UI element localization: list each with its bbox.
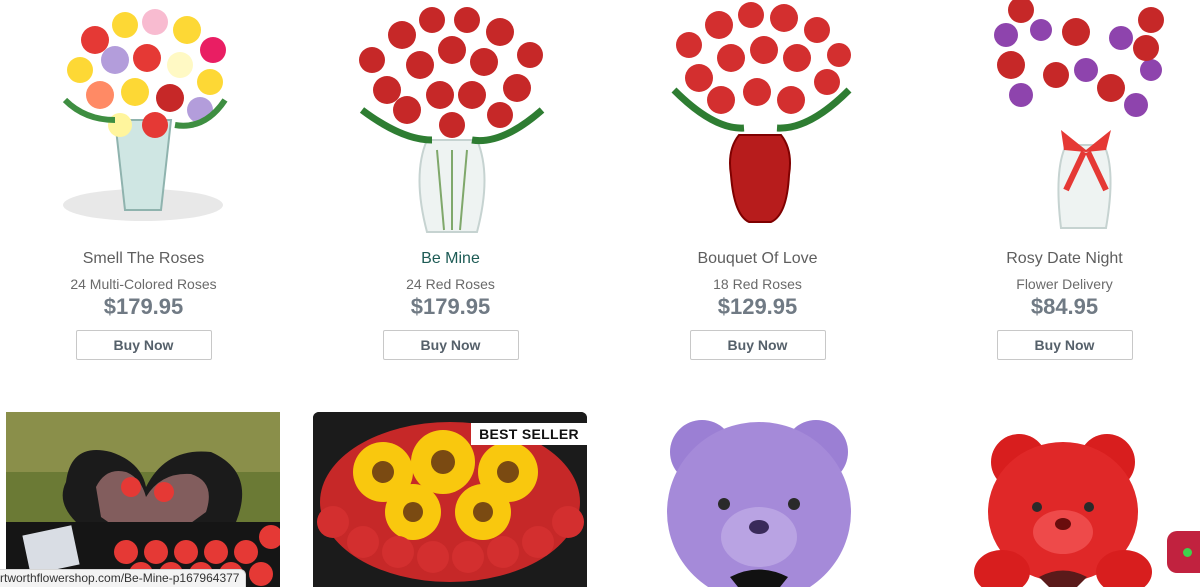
status-bar-url: rtworthflowershop.com/Be-Mine-p167964377: [0, 569, 247, 587]
product-price: $129.95: [717, 294, 798, 319]
roses-purple-flowers-image[interactable]: [946, 0, 1183, 236]
product-name[interactable]: Bouquet Of Love: [604, 250, 911, 268]
purple-bear-tile[interactable]: [620, 412, 894, 587]
product-name[interactable]: Be Mine: [297, 250, 604, 268]
red-rose-bear-image: [927, 412, 1200, 587]
product-price: $84.95: [1030, 294, 1099, 319]
buy-now-button[interactable]: Buy Now: [996, 330, 1133, 360]
heart-box-roses-tile[interactable]: [6, 412, 280, 587]
product-subtitle: 24 Red Roses: [406, 276, 495, 292]
product-card[interactable]: Be Mine 24 Red Roses $179.95 Buy Now: [297, 0, 604, 380]
red-roses-red-vase-image[interactable]: [639, 0, 876, 236]
product-price: $179.95: [410, 294, 491, 319]
product-subtitle: 18 Red Roses: [713, 276, 802, 292]
online-status-icon: [1183, 548, 1192, 557]
buy-now-button[interactable]: Buy Now: [689, 330, 826, 360]
product-card[interactable]: Bouquet Of Love 18 Red Roses $129.95 Buy…: [604, 0, 911, 380]
best-seller-badge: BEST SELLER: [471, 423, 587, 445]
purple-rose-bear-image: [620, 412, 894, 587]
product-price: $179.95: [103, 294, 184, 319]
buy-now-button[interactable]: Buy Now: [75, 330, 212, 360]
red-bear-tile[interactable]: [927, 412, 1200, 587]
product-card[interactable]: Rosy Date Night Flower Delivery $84.95 B…: [911, 0, 1200, 380]
buy-now-button[interactable]: Buy Now: [382, 330, 519, 360]
red-roses-clear-vase-image[interactable]: [332, 0, 569, 236]
multicolor-roses-bouquet-image[interactable]: [25, 0, 262, 236]
product-name[interactable]: Smell The Roses: [0, 250, 297, 268]
product-card[interactable]: Smell The Roses 24 Multi-Colored Roses $…: [0, 0, 297, 380]
chat-widget-button[interactable]: [1167, 531, 1200, 573]
product-name[interactable]: Rosy Date Night: [911, 250, 1200, 268]
product-subtitle: 24 Multi-Colored Roses: [70, 276, 217, 292]
heart-box-roses-image: [6, 412, 280, 587]
product-subtitle: Flower Delivery: [1016, 276, 1113, 292]
